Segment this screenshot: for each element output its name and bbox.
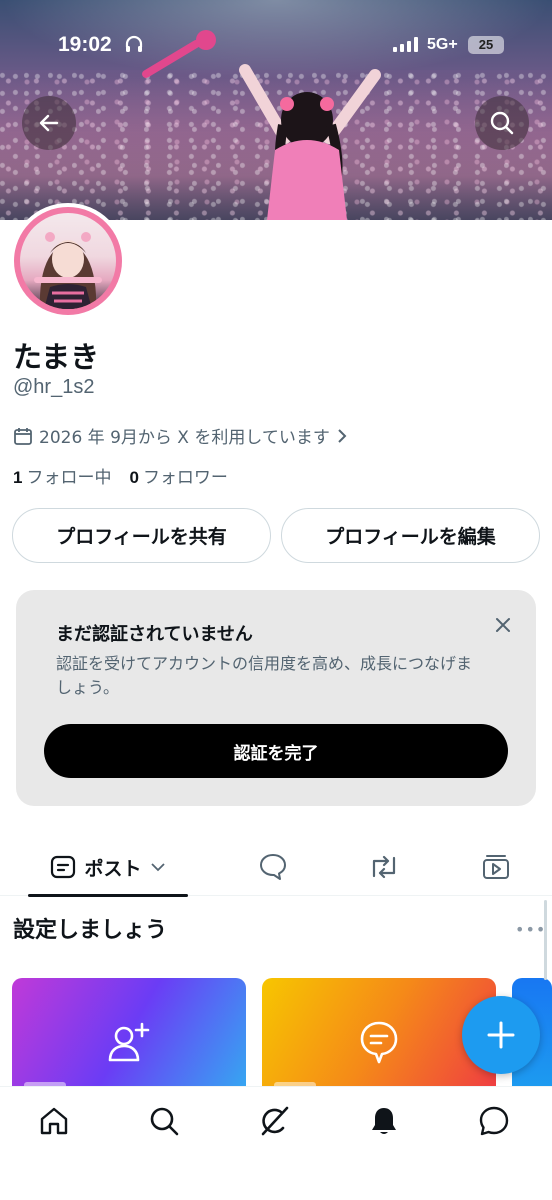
avatar[interactable] (10, 203, 126, 319)
search-button[interactable] (475, 96, 529, 150)
verification-description: 認証を受けてアカウントの信用度を高め、成長につなげましょう。 (56, 654, 473, 697)
avatar-photo (20, 213, 116, 309)
following-count: 1 (13, 468, 23, 487)
setup-card-post[interactable] (262, 978, 496, 1088)
video-icon (483, 855, 509, 879)
nav-grok[interactable] (254, 1101, 294, 1141)
tab-replies[interactable] (245, 838, 301, 896)
home-icon (40, 1107, 68, 1135)
avatar-ring (14, 207, 122, 315)
edit-profile-button[interactable]: プロフィールを編集 (281, 508, 540, 563)
tab-reposts[interactable] (356, 838, 412, 896)
chevron-down-icon (150, 863, 165, 872)
status-bar: 19:02 5G+ 25 (0, 0, 552, 90)
signal-icon (393, 36, 418, 52)
joined-text: 2026 年 9月から X を利用しています (39, 428, 330, 448)
back-button[interactable] (22, 96, 76, 150)
followers-label: フォロワー (142, 468, 228, 488)
complete-verification-button[interactable]: 認証を完了 (44, 724, 508, 778)
display-name: たまき (13, 340, 100, 374)
followers-count: 0 (129, 468, 139, 487)
messages-icon (479, 1106, 509, 1136)
profile-tabs: ポスト (0, 838, 552, 897)
user-handle: @hr_1s2 (13, 376, 95, 398)
tab-posts[interactable]: ポスト (28, 838, 188, 897)
search-icon (490, 111, 514, 135)
scrollbar[interactable] (544, 900, 547, 980)
search-icon (150, 1107, 179, 1136)
arrow-left-icon (39, 114, 59, 132)
headphones-icon (125, 35, 143, 52)
nav-search[interactable] (144, 1101, 184, 1141)
plus-icon (487, 1021, 515, 1049)
nav-home[interactable] (34, 1101, 74, 1141)
calendar-icon (14, 427, 32, 445)
close-button[interactable] (490, 612, 516, 638)
avatar-portrait (34, 232, 102, 309)
verification-title: まだ認証されていません (56, 624, 253, 645)
notifications-icon (372, 1108, 396, 1134)
status-time: 19:02 (58, 33, 112, 56)
follow-stats: 1 フォロー中 0 フォロワー (13, 463, 228, 488)
close-icon (496, 618, 510, 632)
repost-icon (372, 855, 396, 879)
chevron-right-icon (338, 428, 347, 443)
post-icon (51, 855, 76, 879)
share-profile-button[interactable]: プロフィールを共有 (12, 508, 271, 563)
compose-button[interactable] (462, 996, 540, 1074)
verification-card: まだ認証されていません 認証を受けてアカウントの信用度を高め、成長につなげましょ… (16, 590, 536, 806)
setup-card-follow[interactable] (12, 978, 246, 1088)
more-options-button[interactable]: ••• (515, 920, 546, 939)
following-link[interactable]: 1 フォロー中 (13, 463, 111, 488)
bottom-navigation (0, 1086, 552, 1200)
nav-messages[interactable] (474, 1101, 514, 1141)
grok-icon (261, 1106, 289, 1136)
network-type: 5G+ (427, 36, 458, 53)
following-label: フォロー中 (26, 468, 112, 488)
followers-link[interactable]: 0 フォロワー (129, 463, 227, 488)
add-user-icon (108, 1022, 150, 1062)
tab-posts-label: ポスト (84, 857, 142, 880)
joined-date[interactable]: 2026 年 9月から X を利用しています (13, 423, 348, 448)
setup-title: 設定しましょう (13, 918, 168, 943)
battery-indicator: 25 (468, 36, 504, 54)
message-bubble-icon (360, 1021, 398, 1064)
tab-media[interactable] (468, 838, 524, 896)
speech-bubble-icon (260, 854, 286, 880)
nav-notifications[interactable] (364, 1101, 404, 1141)
